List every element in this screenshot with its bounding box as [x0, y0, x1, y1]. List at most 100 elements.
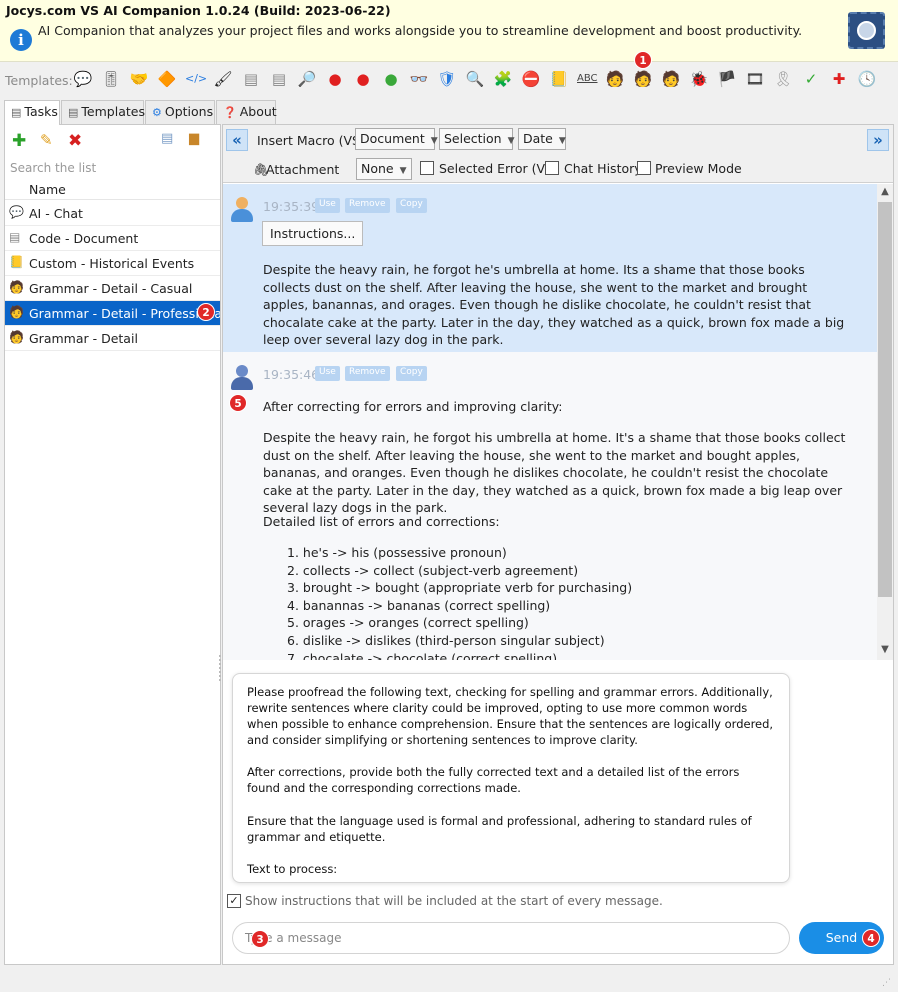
error-alt-icon[interactable]: ●	[353, 69, 373, 89]
show-instructions-checkbox[interactable]: ✓	[227, 894, 241, 908]
scroll-up-icon[interactable]: ▲	[877, 184, 893, 200]
correction-text: chocalate -> chocolate (correct spelling…	[302, 650, 558, 660]
chat-history-label: Chat History	[564, 161, 642, 176]
correction-text: he's -> his (possessive pronoun)	[302, 545, 507, 560]
person-detail-icon[interactable]: 🧑	[661, 69, 681, 89]
preview-mode-checkbox[interactable]	[637, 161, 651, 175]
brush-icon[interactable]: 🖌	[213, 69, 233, 89]
ai-intro-text: After correcting for errors and improvin…	[263, 399, 563, 414]
copy-button[interactable]: Copy	[396, 198, 427, 213]
callout-badge-5: 5	[229, 394, 247, 412]
ai-avatar	[231, 365, 253, 391]
folder-icon[interactable]: ▆	[189, 131, 199, 146]
message-input[interactable]: Type a message	[232, 922, 790, 954]
shield-icon[interactable]: 🛡	[437, 69, 457, 89]
list-item[interactable]: 💬 AI - Chat	[5, 201, 220, 226]
ribbon-icon[interactable]: 🎗	[773, 69, 793, 89]
expand-down-icon[interactable]: »	[867, 129, 889, 151]
abc-spellcheck-icon[interactable]: ABC	[577, 69, 598, 89]
use-button[interactable]: Use	[315, 366, 340, 381]
insert-macro-label: Insert Macro (VS)	[257, 133, 365, 148]
list-item: 1. he's -> his (possessive pronoun)	[287, 545, 507, 560]
person-casual-icon[interactable]: 🧑	[605, 69, 625, 89]
chat-scrollbar[interactable]: ▲ ▼	[877, 184, 893, 660]
code-icon[interactable]: </>	[185, 69, 207, 89]
resize-grip-icon[interactable]: ⋰	[882, 978, 896, 990]
green-ball-icon[interactable]: ●	[381, 69, 401, 89]
use-button[interactable]: Use	[315, 198, 340, 213]
sliders-icon[interactable]: 🎚	[101, 69, 121, 89]
search-input[interactable]: Search the list	[10, 161, 96, 175]
chevron-down-icon: ▼	[507, 136, 515, 146]
tab-templates[interactable]: ▤ Templates	[61, 100, 145, 124]
chat-panel: « Insert Macro (VS) Document ▼ Selection ▼…	[222, 124, 894, 965]
checklist-icon[interactable]: ✓	[801, 69, 821, 89]
puzzle-icon[interactable]: 🧩	[493, 69, 513, 89]
document-lines-icon[interactable]: ▤	[269, 69, 289, 89]
tab-tasks[interactable]: ▤ Tasks	[4, 100, 60, 125]
attachment-dropdown[interactable]: None ▼	[356, 158, 412, 180]
error-icon[interactable]: ●	[325, 69, 345, 89]
instructions-button[interactable]: Instructions...	[262, 221, 364, 246]
selected-error-checkbox[interactable]	[420, 161, 434, 175]
tab-options[interactable]: ⚙ Options	[145, 100, 215, 124]
app-title: Jocys.com VS AI Companion 1.0.24 (Build:…	[6, 3, 391, 18]
chat-history[interactable]: 19:35:39 Use Remove Copy Instructions...…	[223, 184, 877, 660]
document-icon: ▤	[11, 106, 22, 119]
person-professional-icon[interactable]: 🧑	[633, 69, 653, 89]
clock-history-icon[interactable]: 🕓	[857, 69, 877, 89]
info-banner: Jocys.com VS AI Companion 1.0.24 (Build:…	[0, 0, 898, 62]
copy-button[interactable]: Copy	[396, 366, 427, 381]
chat-bubble-icon[interactable]: 💬	[73, 69, 93, 89]
no-symbol-icon[interactable]: ⛔	[521, 69, 541, 89]
list-view-icon[interactable]: ▤	[161, 131, 173, 146]
list-item-label: Custom - Historical Events	[29, 256, 195, 271]
shapes-icon[interactable]: 🔶	[157, 69, 177, 89]
tab-tasks-label: Tasks	[24, 104, 58, 119]
list-item-selected[interactable]: 🧑 Grammar - Detail - Professional	[5, 301, 220, 326]
document-dropdown-value: Document	[360, 131, 425, 146]
date-dropdown[interactable]: Date ▼	[518, 128, 566, 150]
list-item[interactable]: 🧑 Grammar - Detail - Casual	[5, 276, 220, 301]
document-icon[interactable]: ▤	[241, 69, 261, 89]
edit-icon[interactable]: ✎	[40, 131, 53, 149]
attachment-label: Attachment	[266, 162, 340, 177]
notepad-icon[interactable]: 📒	[549, 69, 569, 89]
preview-mode-label: Preview Mode	[655, 161, 742, 176]
film-icon[interactable]: 🎞	[745, 69, 765, 89]
handshake-icon[interactable]: 🤝	[129, 69, 149, 89]
brain-chip-icon[interactable]	[848, 12, 885, 49]
scroll-down-icon[interactable]: ▼	[877, 642, 893, 658]
flag-uk-icon[interactable]: 🏴	[717, 69, 737, 89]
list-item[interactable]: ▤ Code - Document	[5, 226, 220, 251]
macro-toolbar: « Insert Macro (VS) Document ▼ Selection ▼…	[223, 125, 893, 183]
remove-button[interactable]: Remove	[345, 198, 390, 213]
column-header-name[interactable]: Name	[29, 182, 66, 197]
ladybug-icon[interactable]: 🐞	[689, 69, 709, 89]
corrections-list: 1. he's -> his (possessive pronoun) 2. c…	[287, 544, 847, 660]
list-item: 3. brought -> bought (appropriate verb f…	[287, 580, 633, 596]
message-time: 19:35:39	[263, 199, 320, 214]
task-list-panel: ✚ ✎ ✖ ▤ ▆ Search the list Name 💬 AI - Cha…	[4, 124, 221, 965]
tab-about[interactable]: ❓ About	[216, 100, 277, 124]
header-divider	[5, 199, 220, 200]
tab-templates-label: Templates	[81, 104, 145, 119]
list-item: 4. banannas -> bananas (correct spelling…	[287, 597, 551, 613]
collapse-left-icon[interactable]: «	[226, 129, 248, 151]
correction-text: brought -> bought (appropriate verb for …	[302, 580, 633, 596]
selection-dropdown[interactable]: Selection ▼	[439, 128, 515, 150]
add-icon[interactable]: ✚	[12, 131, 26, 151]
list-item[interactable]: 🧑 Grammar - Detail	[5, 326, 220, 351]
ai-list-title: Detailed list of errors and corrections:	[263, 514, 500, 529]
document-dropdown[interactable]: Document ▼	[355, 128, 438, 150]
scrollbar-thumb[interactable]	[878, 202, 892, 597]
list-item[interactable]: 📒 Custom - Historical Events	[5, 251, 220, 276]
red-cross-icon[interactable]: ✚	[829, 69, 849, 89]
glasses-icon[interactable]: 👓	[409, 69, 429, 89]
correction-text: dislike -> dislikes (third-person singul…	[302, 632, 605, 648]
chat-history-checkbox[interactable]	[545, 161, 559, 175]
remove-button[interactable]: Remove	[345, 366, 390, 381]
delete-icon[interactable]: ✖	[68, 131, 82, 151]
search-icon[interactable]: 🔍	[465, 69, 485, 89]
magnifier-icon[interactable]: 🔎	[297, 69, 317, 89]
